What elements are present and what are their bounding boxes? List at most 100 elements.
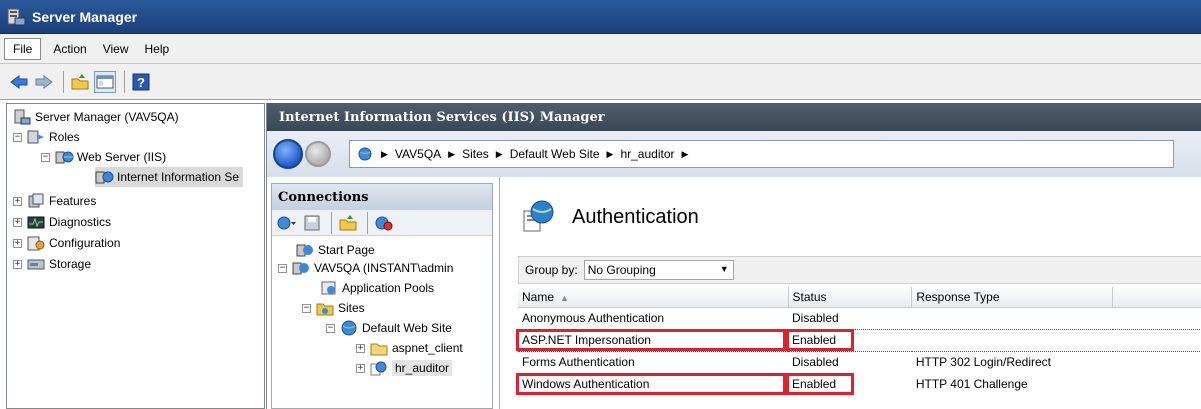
authentication-table: Name ▲ Status Response Type Anonymous Aut… (516, 287, 1201, 395)
breadcrumb-separator-icon: ▶ (495, 148, 503, 159)
toolbar-separator (367, 211, 368, 234)
column-header-name[interactable]: Name ▲ (518, 287, 789, 308)
tree-label: Server Manager (VAV5QA) (35, 110, 179, 124)
connections-toolbar (272, 210, 492, 236)
breadcrumb-item[interactable]: VAV5QA (395, 147, 441, 161)
iis-manager-pane: Internet Information Services (IIS) Mana… (266, 103, 1201, 409)
start-page-icon (296, 242, 314, 258)
save-icon[interactable] (301, 212, 323, 234)
connections-title: Connections (272, 184, 492, 210)
menu-view[interactable]: View (95, 39, 137, 59)
tree-label: Storage (49, 257, 92, 271)
menu-help[interactable]: Help (137, 39, 178, 59)
disconnect-icon[interactable] (373, 212, 395, 234)
server-manager-tree: Server Manager (VAV5QA) − Roles − Web Se… (6, 103, 265, 409)
expand-icon[interactable]: + (13, 196, 22, 206)
up-folder-icon[interactable] (337, 212, 359, 234)
address-bar: ▶ VAV5QA ▶ Sites ▶ Default Web Site ▶ hr… (267, 131, 1201, 177)
collapse-icon[interactable]: − (278, 263, 287, 273)
breadcrumb-separator-icon: ▶ (681, 148, 689, 159)
conn-node-start-page[interactable]: Start Page (296, 240, 375, 260)
conn-node-sites[interactable]: − Sites (302, 298, 365, 318)
web-server-icon (55, 149, 74, 165)
server-manager-icon (13, 109, 31, 125)
cell-name: Forms Authentication (522, 355, 635, 370)
cell-status: Disabled (792, 311, 839, 325)
expand-icon[interactable]: + (356, 343, 365, 353)
table-row[interactable]: ASP.NET Impersonation Enabled (516, 328, 1201, 352)
toolbar: ? (0, 64, 1201, 100)
cell-name: Anonymous Authentication (522, 311, 665, 325)
column-header-response-type[interactable]: Response Type (911, 287, 1114, 308)
roles-icon (27, 129, 45, 145)
toolbar-separator (331, 211, 332, 234)
server-manager-icon (6, 8, 26, 26)
collapse-icon[interactable]: − (302, 303, 311, 313)
cell-response-type (912, 307, 1113, 329)
cell-status: Enabled (786, 328, 912, 352)
tree-node-iis-manager[interactable]: Internet Information Se (95, 167, 244, 187)
tree-label: Internet Information Se (117, 170, 240, 184)
back-arrow-icon[interactable] (8, 71, 30, 93)
breadcrumb[interactable]: ▶ VAV5QA ▶ Sites ▶ Default Web Site ▶ hr… (349, 140, 1174, 168)
conn-node-default-web-site[interactable]: − Default Web Site (326, 318, 452, 338)
collapse-icon[interactable]: − (13, 132, 22, 142)
back-button[interactable] (273, 139, 303, 169)
tree-node-roles[interactable]: − Roles (13, 127, 80, 147)
group-by-bar: Group by: No Grouping ▼ (518, 256, 1201, 284)
sort-ascending-icon: ▲ (560, 292, 569, 303)
tree-label: Web Server (IIS) (77, 150, 167, 164)
expand-icon[interactable]: + (13, 217, 22, 227)
column-header-status[interactable]: Status (788, 287, 913, 308)
tree-node-features[interactable]: + Features (13, 191, 96, 211)
tree-label: Features (49, 194, 97, 208)
column-header-empty (1112, 287, 1201, 308)
cell-name: ASP.NET Impersonation (516, 328, 788, 352)
collapse-icon[interactable]: − (41, 152, 50, 162)
tree-label: Diagnostics (49, 215, 112, 229)
expand-icon[interactable]: + (13, 259, 22, 269)
expand-icon[interactable]: + (356, 363, 365, 373)
menu-bar: File Action View Help (0, 34, 1201, 64)
highlighted-status: Enabled (786, 373, 854, 395)
connect-icon[interactable] (276, 212, 298, 234)
table-row[interactable]: Anonymous Authentication Disabled (518, 307, 1201, 329)
forward-arrow-icon[interactable] (33, 71, 55, 93)
menu-file[interactable]: File (4, 37, 42, 60)
table-row[interactable]: Forms Authentication Disabled HTTP 302 L… (518, 351, 1201, 373)
forward-button[interactable] (305, 141, 331, 167)
cell-response-type: HTTP 302 Login/Redirect (915, 355, 1052, 370)
breadcrumb-separator-icon: ▶ (606, 148, 614, 159)
conn-node-server[interactable]: − VAV5QA (INSTANT\admin (278, 258, 453, 278)
up-folder-icon[interactable] (69, 71, 91, 93)
tree-node-storage[interactable]: + Storage (13, 254, 91, 274)
menu-action[interactable]: Action (45, 39, 94, 59)
window-title: Server Manager (32, 8, 138, 25)
tree-node-diagnostics[interactable]: + Diagnostics (13, 212, 111, 232)
website-globe-icon (340, 320, 358, 336)
conn-node-aspnet-client[interactable]: + aspnet_client (356, 338, 463, 358)
conn-node-hr-auditor[interactable]: + hr_auditor (356, 358, 453, 378)
cell-status: Enabled (786, 373, 912, 395)
breadcrumb-item[interactable]: Default Web Site (510, 147, 600, 161)
tree-node-web-server[interactable]: − Web Server (IIS) (41, 147, 166, 167)
cell-response-type: HTTP 401 Challenge (915, 377, 1028, 391)
show-hide-console-icon[interactable] (94, 70, 116, 93)
table-row[interactable]: Windows Authentication Enabled HTTP 401 … (516, 373, 1201, 395)
tree-node-configuration[interactable]: + Configuration (13, 233, 120, 253)
expand-icon[interactable]: + (13, 238, 22, 248)
tree-label: Start Page (318, 243, 375, 257)
application-pools-icon (320, 280, 338, 296)
conn-node-app-pools[interactable]: Application Pools (320, 278, 434, 298)
group-by-select[interactable]: No Grouping ▼ (583, 260, 734, 280)
highlighted-name: Windows Authentication (516, 373, 786, 395)
configuration-icon (27, 235, 45, 251)
iis-header: Internet Information Services (IIS) Mana… (267, 103, 1201, 131)
group-by-label: Group by: (525, 263, 578, 277)
help-icon[interactable]: ? (130, 71, 152, 93)
tree-label: hr_auditor (392, 360, 453, 376)
breadcrumb-item[interactable]: Sites (462, 147, 489, 161)
breadcrumb-item[interactable]: hr_auditor (620, 147, 674, 161)
tree-node-server-manager[interactable]: Server Manager (VAV5QA) (13, 107, 179, 127)
collapse-icon[interactable]: − (326, 323, 335, 333)
